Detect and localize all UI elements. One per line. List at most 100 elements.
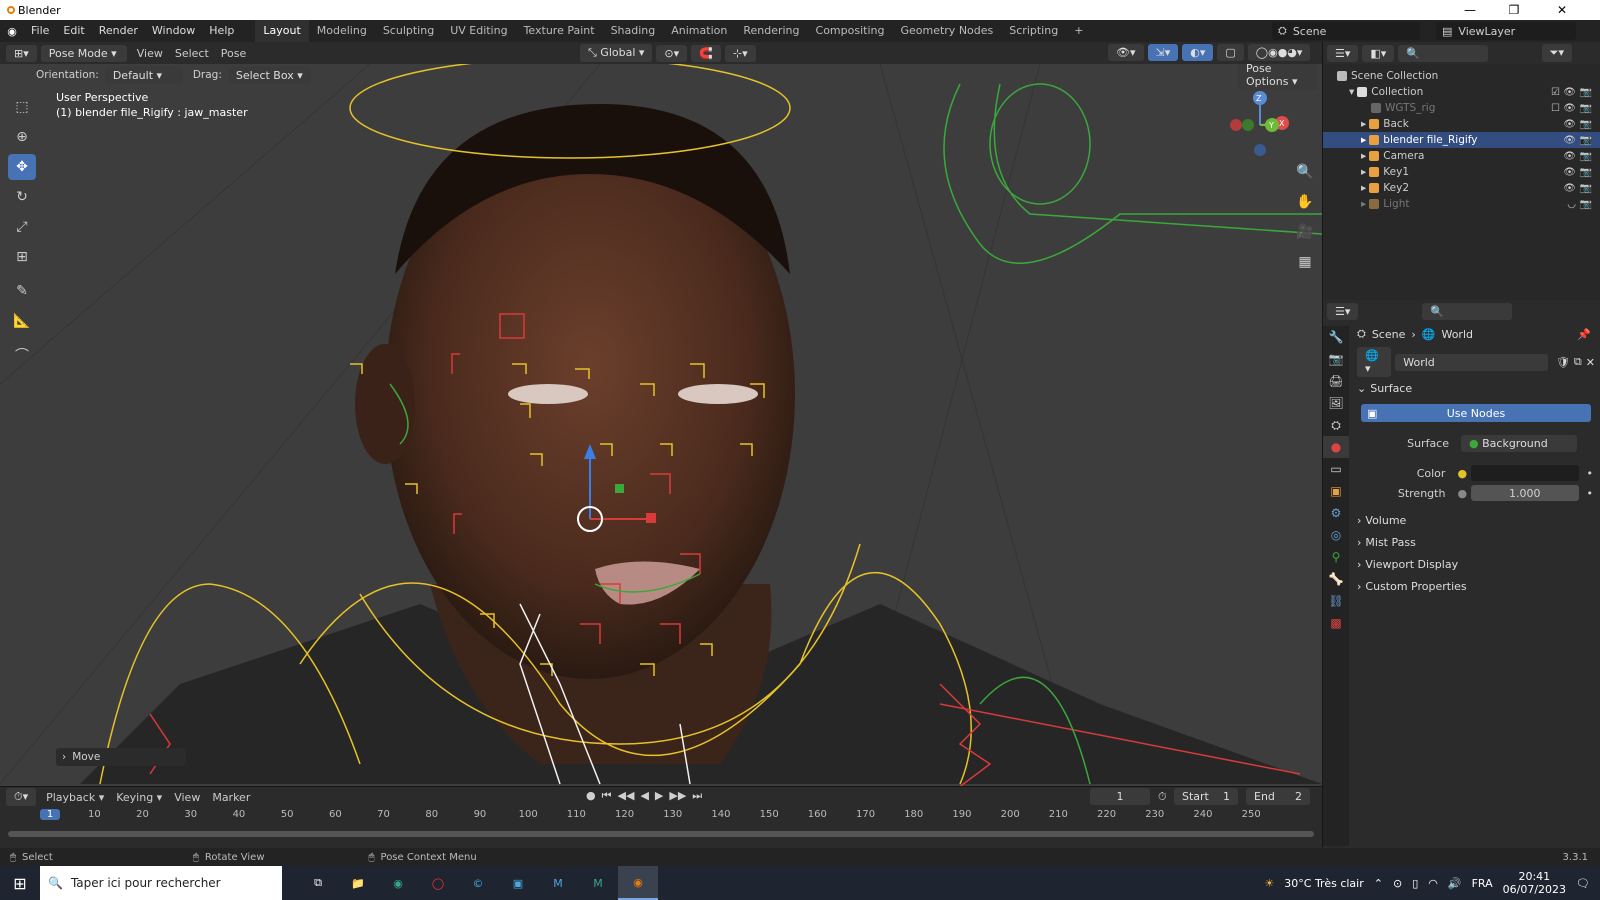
end-frame-field[interactable]: End 2	[1246, 788, 1310, 805]
transform-tool-icon[interactable]: ⊞	[8, 244, 36, 270]
play-icon[interactable]: ▶	[655, 789, 663, 803]
current-frame-field[interactable]: 1	[1090, 788, 1150, 805]
last-operator-panel[interactable]: › Move	[56, 748, 186, 766]
ortho-grid-icon[interactable]: ▦	[1294, 252, 1316, 272]
app-m-green-icon[interactable]: M	[578, 877, 618, 890]
surface-shader-dropdown[interactable]: ● Background	[1461, 434, 1577, 452]
tab-scripting[interactable]: Scripting	[1001, 20, 1066, 42]
tab-texture-paint[interactable]: Texture Paint	[516, 20, 603, 42]
duplicate-icon[interactable]: ⧉	[1574, 355, 1582, 369]
camera-icon[interactable]: 📷	[1580, 151, 1592, 162]
chevron-up-icon[interactable]: ⌃	[1374, 877, 1383, 890]
eye-hidden-icon[interactable]: ◡	[1567, 199, 1576, 210]
weather-text[interactable]: 30°C Très clair	[1284, 877, 1363, 890]
taskbar-search[interactable]: 🔍 Taper ici pour rechercher	[40, 866, 282, 900]
record-tray-icon[interactable]: ⊙	[1393, 877, 1402, 890]
eye-icon[interactable]: 👁	[1563, 87, 1576, 98]
bone-tab-icon[interactable]: 🦴	[1323, 568, 1349, 590]
object-data-tab-icon[interactable]: ⚲	[1323, 546, 1349, 568]
jump-end-icon[interactable]: ⏭	[692, 789, 702, 803]
outliner-row-camera[interactable]: ▸ Camera 👁 📷	[1323, 148, 1600, 164]
navigation-gizmo[interactable]: Z X Y	[1220, 90, 1300, 160]
outliner-row-back[interactable]: ▸ Back 👁 📷	[1323, 116, 1600, 132]
panel-mist-pass[interactable]: › Mist Pass	[1357, 532, 1595, 552]
play-reverse-icon[interactable]: ◀	[640, 789, 648, 803]
move-tool-icon[interactable]: ✥	[8, 154, 36, 180]
world-browse-icon[interactable]: 🌐▾	[1357, 347, 1392, 377]
outliner-row-light[interactable]: ▸ Light ◡ 📷	[1323, 196, 1600, 212]
menu-marker[interactable]: Marker	[212, 791, 250, 804]
chevron-right-icon[interactable]: ▸	[1361, 150, 1366, 162]
properties-search-input[interactable]: 🔍	[1422, 302, 1513, 320]
fake-user-icon[interactable]: 🛡	[1556, 356, 1570, 369]
viewlayer-selector[interactable]: ▤ ViewLayer	[1436, 22, 1576, 40]
cursor-tool-icon[interactable]: ⊕	[8, 124, 36, 150]
menu-edit[interactable]: Edit	[56, 20, 91, 42]
relax-tool-icon[interactable]: ⌒	[8, 342, 36, 368]
outliner-row-collection[interactable]: ▾ Collection ☑ 👁 📷	[1323, 84, 1600, 100]
prev-keyframe-icon[interactable]: ◀◀	[618, 789, 635, 803]
file-explorer-icon[interactable]: 📁	[338, 877, 378, 890]
stopwatch-icon[interactable]: ⏱	[1158, 790, 1167, 804]
scale-tool-icon[interactable]: ⤢	[8, 214, 36, 240]
tool-tab-icon[interactable]: 🔧	[1323, 326, 1349, 348]
camera-icon[interactable]: 📷	[1580, 119, 1592, 130]
render-tab-icon[interactable]: 📷	[1323, 348, 1349, 370]
eye-icon[interactable]: 👁	[1563, 167, 1576, 178]
app-m-blue-icon[interactable]: M	[538, 877, 578, 890]
volume-icon[interactable]: 🔊	[1448, 877, 1462, 890]
tab-uv-editing[interactable]: UV Editing	[442, 20, 515, 42]
mode-dropdown[interactable]: Pose Mode ▾	[40, 44, 127, 62]
menu-timeline-view[interactable]: View	[174, 791, 200, 804]
camera-icon[interactable]: 📷	[1580, 87, 1592, 98]
tab-rendering[interactable]: Rendering	[735, 20, 807, 42]
annotate-tool-icon[interactable]: ✎	[8, 278, 36, 304]
menu-window[interactable]: Window	[145, 20, 202, 42]
rotate-tool-icon[interactable]: ↻	[8, 184, 36, 210]
tab-modeling[interactable]: Modeling	[309, 20, 375, 42]
select-box-tool-icon[interactable]: ⬚	[8, 94, 36, 120]
task-view-icon[interactable]: ⧉	[298, 876, 338, 890]
camera-icon[interactable]: 📷	[1580, 199, 1592, 210]
tab-sculpting[interactable]: Sculpting	[375, 20, 442, 42]
menu-keying[interactable]: Keying ▾	[116, 791, 162, 804]
next-keyframe-icon[interactable]: ▶▶	[669, 789, 686, 803]
menu-render[interactable]: Render	[92, 20, 145, 42]
menu-view[interactable]: View	[137, 47, 163, 60]
xray-toggle[interactable]: ▢	[1217, 44, 1244, 61]
world-tab-icon[interactable]: ●	[1323, 436, 1349, 458]
record-icon[interactable]: ●	[586, 789, 596, 803]
unlink-icon[interactable]: ✕	[1586, 356, 1595, 369]
eye-icon[interactable]: 👁	[1563, 119, 1576, 130]
tab-shading[interactable]: Shading	[603, 20, 664, 42]
visibility-icon[interactable]: 👁▾	[1108, 44, 1144, 61]
eye-icon[interactable]: 👁	[1563, 103, 1576, 114]
frame-ruler[interactable]: 1 10 20 30 40 50 60 70 80 90 100 110 120 130 140 150 160…	[0, 807, 1322, 825]
panel-volume[interactable]: › Volume	[1357, 510, 1595, 530]
jump-start-icon[interactable]: ⏮	[602, 789, 612, 803]
outliner-search-input[interactable]: 🔍	[1398, 44, 1489, 62]
properties-editor-type-icon[interactable]: ☰▾	[1327, 302, 1359, 320]
color-swatch[interactable]	[1471, 465, 1579, 481]
tab-compositing[interactable]: Compositing	[808, 20, 893, 42]
opera-icon[interactable]: ◯	[418, 877, 458, 890]
scene-tab-icon[interactable]: ⛭	[1323, 414, 1349, 436]
camera-icon[interactable]: 📷	[1580, 103, 1592, 114]
restore-icon[interactable]: ❐	[1492, 0, 1536, 20]
battery-icon[interactable]: ▯	[1412, 877, 1418, 890]
modifier-tab-icon[interactable]: ⚙	[1323, 502, 1349, 524]
pivot-dropdown[interactable]: ⊙▾	[656, 44, 688, 62]
store-icon[interactable]: ▣	[498, 877, 538, 890]
tab-animation[interactable]: Animation	[663, 20, 735, 42]
bone-constraint-tab-icon[interactable]: ⛓	[1323, 590, 1349, 612]
chevron-right-icon[interactable]: ▸	[1361, 166, 1366, 178]
menu-playback[interactable]: Playback ▾	[46, 791, 104, 804]
timeline-editor-type-icon[interactable]: ⏱▾	[6, 788, 37, 806]
editor-type-icon[interactable]: ⊞▾	[6, 44, 37, 62]
chevron-right-icon[interactable]: ▸	[1361, 198, 1366, 210]
minimize-icon[interactable]: —	[1448, 0, 1492, 20]
scene-selector[interactable]: ⛭ Scene	[1272, 22, 1420, 40]
tab-geometry-nodes[interactable]: Geometry Nodes	[892, 20, 1001, 42]
display-mode-icon[interactable]: ◧▾	[1362, 44, 1395, 62]
outliner-row-rigify[interactable]: ▸ blender file_Rigify 👁 📷	[1323, 132, 1600, 148]
